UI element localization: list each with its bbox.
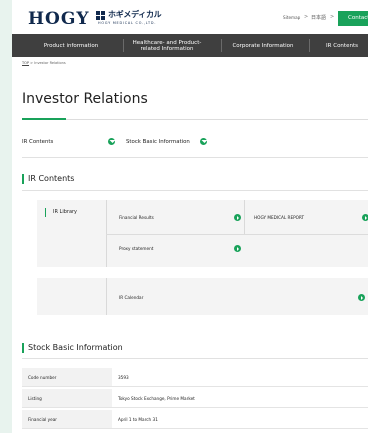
table-header-cell: Code number (22, 368, 112, 386)
language-link[interactable]: 日本語 (311, 14, 326, 21)
contact-button[interactable]: Contact (338, 11, 368, 26)
breadcrumb-home-link[interactable]: TOP (22, 61, 29, 65)
chevron-right-icon: > (304, 14, 309, 20)
link-hogy-medical-report[interactable]: HOGY MEDICAL REPORT (244, 200, 368, 234)
chevron-right-icon (234, 245, 241, 252)
chevron-right-icon (234, 214, 241, 221)
breadcrumb-current: Investor Relations (34, 61, 66, 65)
logo-mark-icon (96, 11, 105, 20)
label-accent-bar (45, 208, 46, 217)
divider (22, 190, 368, 191)
nav-divider (309, 39, 310, 52)
table-header-cell: Listing (22, 389, 112, 407)
sitemap-link[interactable]: Sitemap (283, 15, 300, 20)
breadcrumb: TOP > Investor Relations (22, 61, 66, 65)
chevron-down-icon[interactable] (108, 138, 115, 145)
chevron-right-icon (358, 294, 365, 301)
page: HOGY ホギメディカル HOGY MEDICAL CO.,LTD. Sitem… (12, 0, 368, 433)
table-value-cell: Tokyo Stock Exchange, Prime Market (118, 396, 195, 401)
title-divider (22, 119, 368, 120)
page-title: Investor Relations (22, 91, 148, 107)
table-row: Code number 3593 (22, 368, 368, 387)
link-ir-calendar[interactable]: IR Calendar (106, 278, 368, 315)
divider (22, 157, 368, 158)
chevron-right-icon (362, 214, 368, 221)
logo-wordmark[interactable]: HOGY (28, 9, 90, 29)
ir-library-box: IR Library Financial Results HOGY MEDICA… (37, 200, 368, 267)
global-nav: Product information Healthcare- and Prod… (12, 34, 368, 57)
site-header: HOGY ホギメディカル HOGY MEDICAL CO.,LTD. Sitem… (12, 0, 368, 34)
divider (22, 358, 368, 359)
table-row: Financial year April 1 to March 31 (22, 410, 368, 429)
table-header-cell: Financial year (22, 410, 112, 428)
anchor-ir-contents[interactable]: IR Contents (22, 139, 53, 145)
title-accent-bar (22, 118, 66, 120)
nav-item-healthcare-information[interactable]: Healthcare- and Product-related Informat… (130, 34, 204, 57)
chevron-down-icon[interactable] (200, 138, 207, 145)
section-heading-stock-basic-information: Stock Basic Information (28, 343, 123, 352)
ir-calendar-box: IR Calendar (37, 278, 368, 315)
table-value-cell: April 1 to March 31 (118, 417, 158, 422)
section-heading-ir-contents: IR Contents (28, 174, 75, 183)
link-label: HOGY MEDICAL REPORT (254, 215, 305, 220)
ir-library-label: IR Library (53, 209, 78, 215)
breadcrumb-separator: > (30, 61, 34, 65)
anchor-stock-basic-information[interactable]: Stock Basic Information (126, 139, 190, 145)
chevron-right-icon: > (330, 14, 335, 20)
link-proxy-statement[interactable]: Proxy statement (106, 234, 244, 267)
table-row: Listing Tokyo Stock Exchange, Prime Mark… (22, 389, 368, 408)
nav-item-product-information[interactable]: Product information (36, 34, 106, 57)
nav-item-ir-contents[interactable]: IR Contents (316, 34, 368, 57)
logo-kana: ホギメディカル (108, 10, 162, 19)
logo-english: HOGY MEDICAL CO.,LTD. (98, 21, 157, 25)
nav-item-corporate-information[interactable]: Corporate Information (226, 34, 300, 57)
nav-divider (123, 39, 124, 52)
link-financial-results[interactable]: Financial Results (106, 200, 244, 234)
link-label: IR Calendar (119, 295, 144, 300)
link-label: Proxy statement (119, 246, 154, 251)
link-label: Financial Results (119, 215, 154, 220)
table-value-cell: 3593 (118, 375, 129, 380)
nav-divider (221, 39, 222, 52)
